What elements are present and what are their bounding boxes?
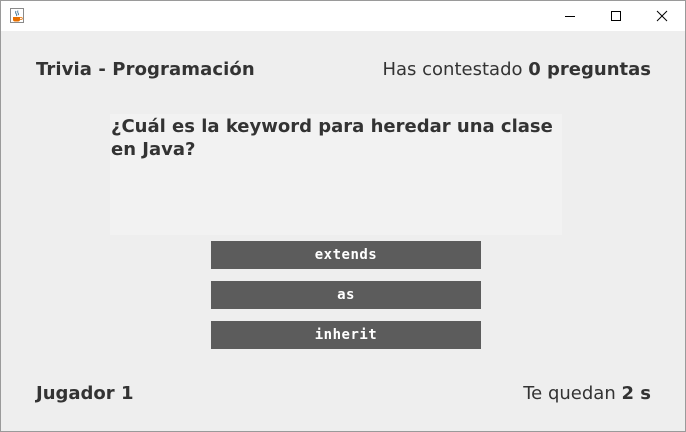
answered-prefix: Has contestado (382, 59, 523, 80)
time-prefix: Te quedan (523, 383, 616, 404)
answer-button-as[interactable]: as (211, 281, 481, 309)
maximize-button[interactable] (593, 1, 639, 31)
minimize-button[interactable] (547, 1, 593, 31)
answered-counter: Has contestado 0 preguntas (382, 59, 651, 80)
game-title: Trivia - Programación (36, 59, 255, 80)
java-cup-icon (10, 8, 24, 23)
player-label: Jugador 1 (36, 383, 134, 404)
minimize-icon (564, 7, 576, 26)
time-value: 2 s (621, 383, 651, 404)
time-remaining: Te quedan 2 s (523, 383, 651, 404)
question-text: ¿Cuál es la keyword para heredar una cla… (111, 116, 553, 160)
maximize-icon (610, 7, 622, 26)
close-icon (656, 7, 668, 26)
question-area: ¿Cuál es la keyword para heredar una cla… (110, 114, 562, 235)
game-panel: Trivia - Programación Has contestado 0 p… (1, 31, 685, 431)
app-window: Trivia - Programación Has contestado 0 p… (0, 0, 686, 432)
answer-button-extends[interactable]: extends (211, 241, 481, 269)
close-button[interactable] (639, 1, 685, 31)
answer-button-inherit[interactable]: inherit (211, 321, 481, 349)
title-bar[interactable] (1, 1, 685, 31)
answered-count: 0 preguntas (528, 59, 651, 80)
